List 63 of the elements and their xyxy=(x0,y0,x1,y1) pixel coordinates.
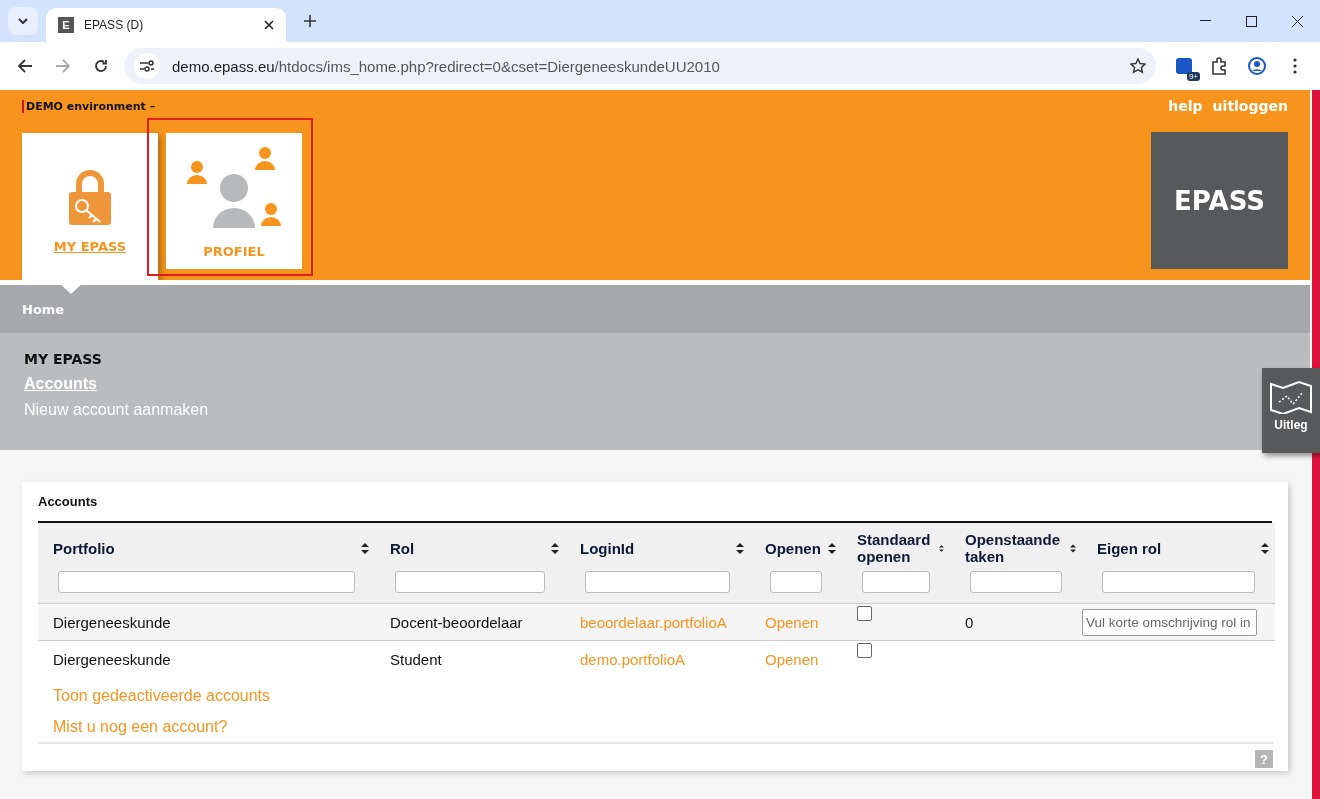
sort-icon[interactable] xyxy=(939,542,944,554)
environment-label: DEMO environment – xyxy=(22,99,156,113)
profile-icon[interactable] xyxy=(1248,57,1266,75)
url-text: demo.epass.eu/htdocs/ims_home.php?redirect=0&cset=DiergeneeskundeUU2010 xyxy=(172,57,721,75)
star-icon[interactable] xyxy=(1130,58,1146,74)
table-cell: Diergeneeskunde xyxy=(53,613,171,631)
filter-field[interactable] xyxy=(585,571,730,593)
help-button[interactable]: ? xyxy=(1255,750,1273,768)
tab-search-button[interactable] xyxy=(8,7,38,35)
table-cell: 0 xyxy=(965,613,974,631)
sort-icon[interactable] xyxy=(1070,542,1076,554)
minimize-icon[interactable] xyxy=(1199,20,1211,22)
role-input[interactable]: Vul korte omschrijving rol in xyxy=(1082,608,1257,636)
reload-icon[interactable] xyxy=(94,59,108,73)
checkbox[interactable] xyxy=(857,605,872,621)
extension-icon xyxy=(1175,57,1193,75)
sort-icon[interactable] xyxy=(1261,542,1269,554)
filter-field[interactable] xyxy=(770,571,822,593)
map-icon xyxy=(1269,380,1313,414)
logo: EPASS xyxy=(1151,132,1288,269)
column-header[interactable]: Portfolio xyxy=(53,539,115,557)
site-settings-icon[interactable] xyxy=(140,60,154,72)
puzzle-icon[interactable] xyxy=(1210,57,1228,75)
sort-icon[interactable] xyxy=(551,542,559,554)
filter-field[interactable] xyxy=(58,571,355,593)
menu-icon[interactable] xyxy=(1293,58,1297,74)
footer-link[interactable]: Toon gedeactiveerde accounts xyxy=(53,687,271,705)
section-title: MY EPASS xyxy=(24,351,103,367)
back-icon[interactable] xyxy=(18,59,32,73)
table-cell: Student xyxy=(390,650,442,668)
padlock-key-icon xyxy=(67,169,113,227)
sort-icon[interactable] xyxy=(828,542,836,554)
filter-field[interactable] xyxy=(970,571,1062,593)
nav-tile[interactable]: PROFIEL xyxy=(166,133,302,269)
sort-icon[interactable] xyxy=(361,542,369,554)
open-link[interactable]: Openen xyxy=(765,650,819,668)
column-header[interactable]: Eigen rol xyxy=(1097,539,1162,557)
section-link[interactable]: Nieuw account aanmaken xyxy=(24,401,209,419)
checkbox[interactable] xyxy=(857,642,872,658)
close-icon[interactable] xyxy=(1291,15,1303,27)
close-icon[interactable] xyxy=(264,20,274,30)
filter-field[interactable] xyxy=(862,571,930,593)
nav-tile[interactable]: MY EPASS xyxy=(22,133,158,280)
login-link[interactable]: demo.portfolioA xyxy=(580,650,686,668)
header-link[interactable]: help xyxy=(1168,98,1203,114)
filter-field[interactable] xyxy=(1102,571,1255,593)
header-link[interactable]: uitloggen xyxy=(1212,98,1288,114)
uitleg-button[interactable]: Uitleg xyxy=(1262,368,1320,453)
column-header[interactable]: Rol xyxy=(390,539,415,557)
breadcrumb[interactable]: Home xyxy=(22,301,65,317)
address-bar[interactable]: demo.epass.eu/htdocs/ims_home.php?redirect=0&cset=DiergeneeskundeUU2010 xyxy=(124,48,1156,84)
filter-field[interactable] xyxy=(395,571,545,593)
maximize-icon[interactable] xyxy=(1245,15,1257,27)
sort-icon[interactable] xyxy=(736,542,744,554)
footer-link[interactable]: Mist u nog een account? xyxy=(53,718,228,736)
table-cell: Docent-beoordelaar xyxy=(390,613,523,631)
new-tab-icon[interactable] xyxy=(304,15,316,27)
chevron-down-icon xyxy=(18,18,28,24)
table-cell: Diergeneeskunde xyxy=(53,650,171,668)
column-header[interactable]: LoginId xyxy=(580,539,635,557)
section-link[interactable]: Accounts xyxy=(24,375,97,393)
browser-tab[interactable]: E EPASS (D) xyxy=(46,8,286,42)
favicon: E xyxy=(58,17,74,33)
